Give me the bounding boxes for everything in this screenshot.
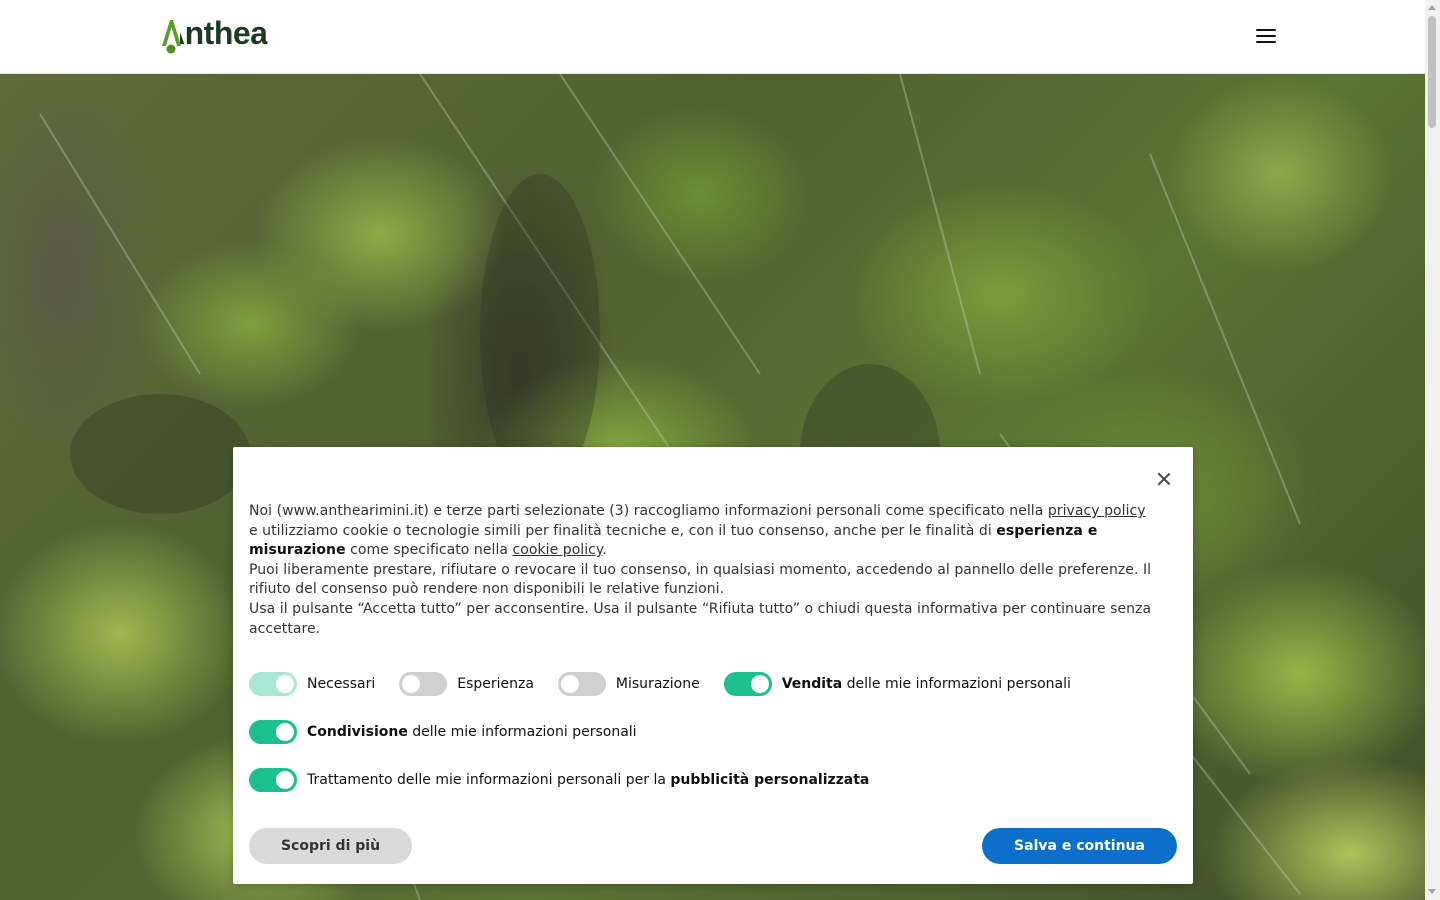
- page-scrollbar[interactable]: [1425, 0, 1440, 900]
- misurazione-switch[interactable]: [557, 672, 606, 696]
- toggle-vendita: Vendita delle mie informazioni personali: [723, 672, 1071, 696]
- toggle-necessari: Necessari: [249, 672, 375, 696]
- notice-paragraph-3: Usa il pulsante “Accetta tutto” per acco…: [249, 600, 1152, 637]
- misurazione-label: Misurazione: [615, 676, 700, 692]
- trattamento-label: Trattamento delle mie informazioni perso…: [307, 772, 870, 788]
- save-and-continue-button[interactable]: Salva e continua: [982, 828, 1177, 864]
- notice-paragraph-2: Puoi liberamente prestare, rifiutare o r…: [249, 561, 1152, 598]
- toggle-condivisione: Condivisione delle mie informazioni pers…: [249, 720, 637, 744]
- condivisione-label: Condivisione delle mie informazioni pers…: [307, 724, 637, 740]
- vendita-switch[interactable]: [723, 672, 772, 696]
- toggle-row-3: Trattamento delle mie informazioni perso…: [249, 768, 893, 792]
- cookie-consent-dialog: Noi (www.anthearimini.it) e terze parti …: [233, 447, 1193, 884]
- scroll-down-arrow-icon[interactable]: [1428, 889, 1436, 894]
- esperienza-label: Esperienza: [457, 676, 534, 692]
- cookie-policy-link[interactable]: cookie policy: [513, 542, 603, 558]
- scroll-up-arrow-icon[interactable]: [1428, 5, 1436, 10]
- toggle-trattamento: Trattamento delle mie informazioni perso…: [249, 768, 869, 792]
- necessari-switch[interactable]: [249, 672, 297, 696]
- site-header: Anthea: [0, 0, 1425, 74]
- anthea-logo[interactable]: Anthea: [160, 14, 280, 56]
- hamburger-icon: [1256, 29, 1276, 31]
- hamburger-menu-button[interactable]: [1254, 26, 1278, 46]
- consent-notice-text: Noi (www.anthearimini.it) e terze parti …: [249, 502, 1154, 639]
- trattamento-switch[interactable]: [249, 768, 297, 792]
- vendita-label: Vendita delle mie informazioni personali: [781, 676, 1071, 692]
- learn-more-button[interactable]: Scopri di più: [249, 828, 412, 864]
- logo-leaf-icon: [162, 20, 181, 54]
- condivisione-switch[interactable]: [249, 720, 297, 744]
- toggle-esperienza: Esperienza: [399, 672, 534, 696]
- toggle-misurazione: Misurazione: [557, 672, 700, 696]
- close-icon[interactable]: [1157, 472, 1171, 486]
- toggle-row-1: Necessari Esperienza Misurazione Vendita…: [249, 672, 1095, 696]
- necessari-label: Necessari: [307, 676, 376, 692]
- scroll-thumb[interactable]: [1428, 16, 1436, 128]
- notice-paragraph-1: Noi (www.anthearimini.it) e terze parti …: [249, 503, 1146, 559]
- toggle-row-2: Condivisione delle mie informazioni pers…: [249, 720, 661, 744]
- privacy-policy-link[interactable]: privacy policy: [1048, 503, 1146, 519]
- esperienza-switch[interactable]: [399, 672, 448, 696]
